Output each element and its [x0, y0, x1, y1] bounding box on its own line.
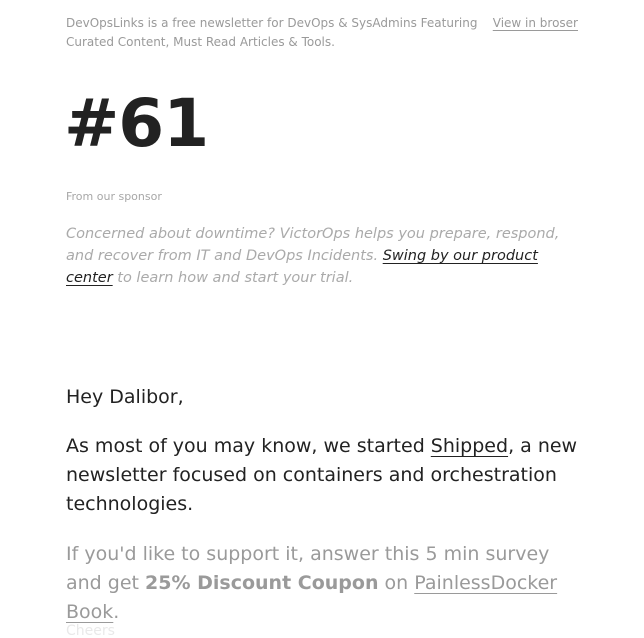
- issue-number: #61: [64, 85, 209, 162]
- discount-coupon-text: 25% Discount Coupon: [145, 572, 379, 594]
- sponsor-text-after: to learn how and start your trial.: [112, 270, 354, 286]
- para2-text-middle: on: [378, 572, 415, 594]
- newsletter-description: DevOpsLinks is a free newsletter for Dev…: [66, 16, 478, 49]
- faded-next-line: Cheers: [66, 623, 115, 638]
- greeting: Hey Dalibor,: [66, 386, 184, 408]
- shipped-link[interactable]: Shipped: [431, 435, 508, 457]
- sponsor-message: Concerned about downtime? VictorOps help…: [66, 223, 578, 289]
- newsletter-header: DevOpsLinks is a free newsletter for Dev…: [66, 14, 578, 54]
- survey-paragraph: If you'd like to support it, answer this…: [66, 540, 586, 627]
- para2-text-after: .: [113, 601, 120, 623]
- view-in-browser-link[interactable]: View in broser: [493, 14, 578, 33]
- para1-text-before: As most of you may know, we started: [66, 435, 431, 457]
- sponsor-label: From our sponsor: [66, 190, 162, 203]
- shipped-paragraph: As most of you may know, we started Ship…: [66, 432, 578, 519]
